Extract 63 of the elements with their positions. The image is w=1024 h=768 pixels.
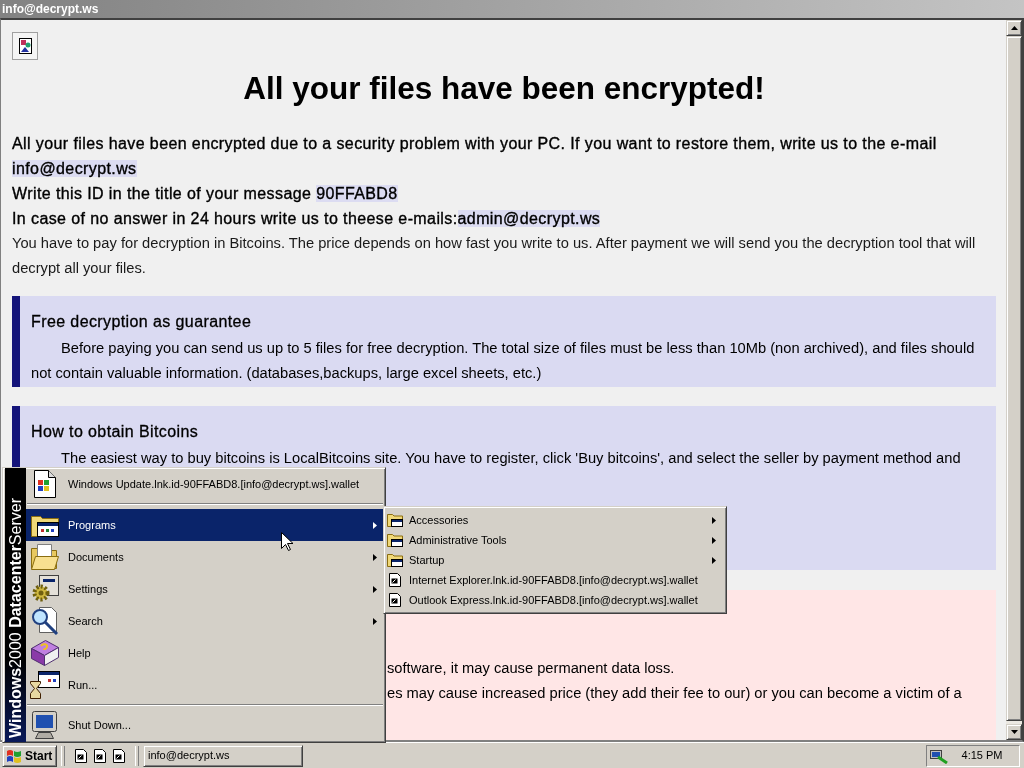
menu-item[interactable]: Settings [26, 573, 384, 605]
flag-icon [6, 748, 22, 763]
up-arrow-icon [1010, 26, 1018, 30]
document-icon [34, 470, 56, 498]
submenu-arrow-icon [373, 585, 377, 593]
submenu-arrow-icon [712, 516, 716, 524]
hourglass-icon [30, 671, 60, 699]
submenu-item[interactable]: Startup [386, 550, 724, 570]
scroll-down-button[interactable] [1006, 724, 1022, 740]
menu-item[interactable]: Help [26, 637, 384, 669]
highlighted-text: 90FFABD8 [316, 185, 398, 202]
message-paragraph: Write this ID in the title of your message 90FFABD8 [12, 184, 399, 204]
highlighted-text: admin@decrypt.ws [457, 210, 601, 227]
program-folder-icon [31, 513, 59, 537]
menu-item[interactable]: Search [26, 605, 384, 637]
program-folder-icon [387, 533, 403, 547]
search-icon [31, 607, 59, 635]
mouse-pointer-icon [281, 532, 293, 551]
book-icon [31, 640, 59, 666]
submenu-item[interactable]: Outlook Express.lnk.id-90FFABD8.[info@decrypt.ws].wallet [386, 590, 724, 610]
submenu-arrow-icon [712, 556, 716, 564]
document-icon[interactable] [113, 748, 125, 763]
broken-image-icon [12, 32, 38, 60]
submenu-arrow-icon [373, 521, 377, 529]
submenu-item[interactable]: Internet Explorer.lnk.id-90FFABD8.[info@decrypt.ws].wallet [386, 570, 724, 590]
menu-item[interactable]: Windows Update.lnk.id-90FFABD8.[info@decrypt.ws].wallet [26, 468, 384, 500]
document-icon [389, 573, 401, 587]
gear-icon [31, 575, 59, 603]
notice-text: es may cause increased price (they add their fee to our) or you can become a victim of a [387, 684, 963, 703]
submenu-item[interactable]: Accessories [386, 510, 724, 530]
menu-item[interactable]: Programs [26, 509, 384, 541]
program-folder-icon [387, 513, 403, 527]
folder-icon [31, 544, 59, 570]
submenu-arrow-icon [373, 553, 377, 561]
highlighted-text: info@decrypt.ws [12, 160, 137, 177]
monitor-icon [32, 711, 58, 739]
scroll-up-button[interactable] [1006, 20, 1022, 36]
submenu-item[interactable]: Administrative Tools [386, 530, 724, 550]
window-title: info@decrypt.ws [2, 2, 99, 16]
page-heading: All your files have been encrypted! [242, 70, 766, 106]
document-icon[interactable] [75, 748, 87, 763]
banner-text: Windows2000 DatacenterServer [6, 498, 25, 738]
menu-item[interactable]: Documents [26, 541, 384, 573]
menu-item[interactable]: Shut Down... [26, 709, 384, 741]
message-paragraph: In case of no answer in 24 hours write us to theese e-mails:admin@decrypt.ws [12, 209, 602, 229]
notice-title: How to obtain Bitcoins [31, 422, 200, 442]
notice-text: software, it may cause permanent data loss. [387, 659, 676, 678]
notice-text: The easiest way to buy bitcoins is LocalBitcoins site. You have to register, click 'Buy bitcoins', and select the seller by payment method and [60, 449, 962, 468]
device-icon [930, 747, 948, 764]
program-folder-icon [387, 553, 403, 567]
notice-text: Before paying you can send us up to 5 files for free decryption. The total size of files must be less than 10Mb (non archived), and files should not contain valuable information. (databases,backups, large excel sheets, etc.) [31, 339, 976, 383]
down-arrow-icon [1010, 730, 1018, 734]
message-paragraph: All your files have been encrypted due to a security problem with your PC. If you want to restore them, write us to the e-mail info@decrypt.ws [12, 134, 938, 179]
submenu-arrow-icon [373, 617, 377, 625]
notice-title: Free decryption as guarantee [31, 312, 253, 332]
document-icon[interactable] [94, 748, 106, 763]
message-paragraph: You have to pay for decryption in Bitcoins. The price depends on how fast you write to us. After payment we will send you the decryption tool that will decrypt all your files. [12, 234, 977, 278]
menu-item[interactable]: Run... [26, 669, 384, 701]
submenu-arrow-icon [712, 536, 716, 544]
document-icon [389, 593, 401, 607]
taskbar-button[interactable]: info@decrypt.ws [143, 744, 303, 767]
clock-text: 4:15 PM [960, 748, 1004, 764]
start-button[interactable]: Start [2, 744, 57, 767]
